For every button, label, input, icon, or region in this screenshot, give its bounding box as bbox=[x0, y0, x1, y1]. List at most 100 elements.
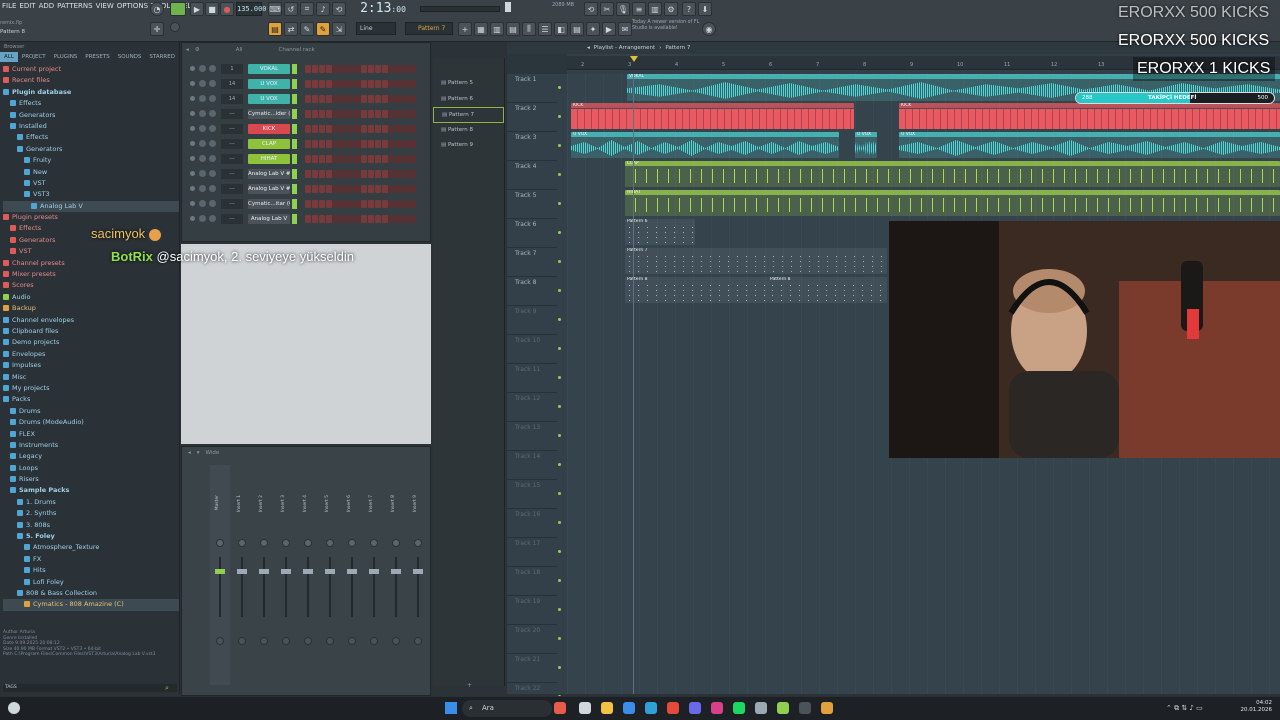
track-header[interactable]: Track 11 bbox=[507, 364, 561, 393]
channel-mixer-track[interactable]: --- bbox=[221, 198, 243, 209]
mixer-pan-knob[interactable] bbox=[392, 539, 400, 547]
browser-item[interactable]: Current project bbox=[3, 64, 179, 75]
channel-pan-knob[interactable] bbox=[199, 170, 206, 177]
browser-item[interactable]: Instruments bbox=[3, 440, 179, 451]
playlist-clip[interactable]: KICK bbox=[571, 103, 854, 129]
browser-item[interactable]: Backup bbox=[3, 303, 179, 314]
channel-name-button[interactable]: CLAP bbox=[248, 138, 290, 149]
track-mute-led[interactable] bbox=[558, 608, 561, 611]
step-button[interactable] bbox=[340, 214, 346, 223]
track-header[interactable]: Track 12 bbox=[507, 393, 561, 422]
step-button[interactable] bbox=[368, 79, 374, 88]
channel-select-icon[interactable] bbox=[292, 183, 297, 194]
step-button[interactable] bbox=[333, 169, 339, 178]
step-button[interactable] bbox=[389, 64, 395, 73]
step-button[interactable] bbox=[326, 94, 332, 103]
step-button[interactable] bbox=[396, 109, 402, 118]
browser-item[interactable]: Legacy bbox=[3, 451, 179, 462]
track-header[interactable]: Track 20 bbox=[507, 625, 561, 654]
settings-icon[interactable]: ⚙ bbox=[664, 2, 678, 16]
edge-icon[interactable] bbox=[623, 702, 635, 714]
step-button[interactable] bbox=[403, 79, 409, 88]
track-header[interactable]: Track 18 bbox=[507, 567, 561, 596]
track-header[interactable]: Track 14 bbox=[507, 451, 561, 480]
playlist-clip[interactable]: Pattern 6 bbox=[625, 219, 695, 245]
chanrack-filter[interactable]: All bbox=[236, 47, 243, 53]
step-button[interactable] bbox=[305, 124, 311, 133]
step-button[interactable] bbox=[340, 94, 346, 103]
channel-led-icon[interactable] bbox=[190, 156, 195, 161]
track-mute-led[interactable] bbox=[558, 637, 561, 640]
step-button[interactable] bbox=[305, 79, 311, 88]
channel-select-icon[interactable] bbox=[292, 123, 297, 134]
menu-item-patterns[interactable]: PATTERNS bbox=[57, 2, 92, 14]
step-edit-icon[interactable]: ⌗ bbox=[300, 2, 314, 16]
browser-item[interactable]: Recent files bbox=[3, 75, 179, 86]
step-button[interactable] bbox=[375, 79, 381, 88]
step-button[interactable] bbox=[354, 169, 360, 178]
step-button[interactable] bbox=[333, 94, 339, 103]
step-button[interactable] bbox=[396, 214, 402, 223]
browser-item[interactable]: Audio bbox=[3, 292, 179, 303]
browser-item[interactable]: 808 & Bass Collection bbox=[3, 588, 179, 599]
step-button[interactable] bbox=[347, 214, 353, 223]
link-icon[interactable]: ⇄ bbox=[284, 22, 298, 36]
mixer-pan-knob[interactable] bbox=[370, 539, 378, 547]
step-button[interactable] bbox=[312, 79, 318, 88]
countdown-icon[interactable]: ↺ bbox=[284, 2, 298, 16]
channel-mixer-track[interactable]: 14 bbox=[221, 93, 243, 104]
channel-pan-knob[interactable] bbox=[199, 200, 206, 207]
step-button[interactable] bbox=[410, 109, 416, 118]
track-mute-led[interactable] bbox=[558, 434, 561, 437]
menu-item-edit[interactable]: EDIT bbox=[19, 2, 35, 14]
step-button[interactable] bbox=[326, 124, 332, 133]
opera-icon[interactable] bbox=[667, 702, 679, 714]
start-icon[interactable] bbox=[445, 702, 457, 714]
channel-select-icon[interactable] bbox=[292, 138, 297, 149]
master-volume-knob[interactable] bbox=[170, 22, 180, 32]
mixer-insert-strip[interactable]: Insert 3 bbox=[276, 465, 296, 685]
step-button[interactable] bbox=[319, 154, 325, 163]
mixer-fader-cap[interactable] bbox=[369, 569, 379, 574]
browser-item[interactable]: Analog Lab V bbox=[3, 200, 179, 213]
step-button[interactable] bbox=[305, 154, 311, 163]
mixer-fader[interactable] bbox=[417, 557, 419, 617]
step-button[interactable] bbox=[403, 184, 409, 193]
blend-notes-icon[interactable]: ♪ bbox=[316, 2, 330, 16]
channel-mixer-track[interactable]: --- bbox=[221, 168, 243, 179]
step-button[interactable] bbox=[333, 124, 339, 133]
step-button[interactable] bbox=[396, 64, 402, 73]
track-header[interactable]: Track 21 bbox=[507, 654, 561, 683]
step-button[interactable] bbox=[403, 199, 409, 208]
channel-volume-knob[interactable] bbox=[209, 185, 216, 192]
pattern-item[interactable]: ▤ Pattern 8 bbox=[433, 123, 504, 139]
step-button[interactable] bbox=[333, 214, 339, 223]
step-button[interactable] bbox=[347, 184, 353, 193]
scissor-icon[interactable]: ✂ bbox=[600, 2, 614, 16]
mixer-insert-strip[interactable]: Insert 7 bbox=[364, 465, 384, 685]
step-button[interactable] bbox=[368, 124, 374, 133]
mixer-fader[interactable] bbox=[373, 557, 375, 617]
mic-icon[interactable]: 🎙 bbox=[616, 2, 630, 16]
mixer-fader[interactable] bbox=[395, 557, 397, 617]
step-button[interactable] bbox=[354, 214, 360, 223]
step-button[interactable] bbox=[410, 79, 416, 88]
step-button[interactable] bbox=[319, 184, 325, 193]
channel-name-button[interactable]: HIHAT bbox=[248, 153, 290, 164]
magnet-icon[interactable]: ✛ bbox=[150, 22, 164, 36]
task-view-icon[interactable] bbox=[579, 702, 591, 714]
step-button[interactable] bbox=[319, 109, 325, 118]
browser-item[interactable]: Lofi Foley bbox=[3, 577, 179, 588]
step-button[interactable] bbox=[375, 214, 381, 223]
step-button[interactable] bbox=[340, 184, 346, 193]
step-button[interactable] bbox=[354, 109, 360, 118]
channel-mixer-track[interactable]: --- bbox=[221, 213, 243, 224]
step-button[interactable] bbox=[333, 64, 339, 73]
browser-item[interactable]: Channel envelopes bbox=[3, 315, 179, 326]
mixer-insert-strip[interactable]: Insert 8 bbox=[386, 465, 406, 685]
browser-item[interactable]: 1. Drums bbox=[3, 497, 179, 508]
channel-select-icon[interactable] bbox=[292, 108, 297, 119]
instagram-icon[interactable] bbox=[711, 702, 723, 714]
playlist-view-icon[interactable]: ▤ bbox=[268, 22, 282, 36]
step-button[interactable] bbox=[319, 64, 325, 73]
